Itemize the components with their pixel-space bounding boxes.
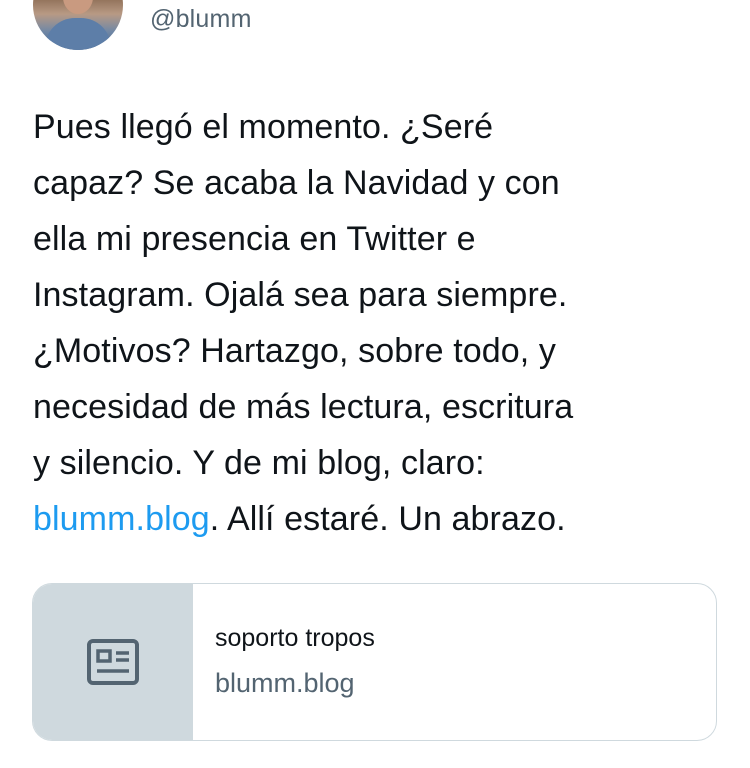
avatar[interactable] xyxy=(33,0,123,50)
avatar-shirt xyxy=(45,18,111,50)
tweet-line: necesidad de más lectura, escritura xyxy=(33,388,574,426)
tweet-last-line: blumm.blog. Allí estaré. Un abrazo. xyxy=(33,491,723,547)
tweet-line: Instagram. Ojalá sea para siempre. xyxy=(33,276,568,314)
tweet-text: Pues llegó el momento. ¿Seré capaz? Se a… xyxy=(33,99,723,547)
card-title: soporto tropos xyxy=(215,624,375,652)
tweet-line: y silencio. Y de mi blog, claro: xyxy=(33,444,485,482)
tweet-line: capaz? Se acaba la Navidad y con xyxy=(33,164,560,202)
author-handle[interactable]: @blumm xyxy=(150,5,252,34)
tweet-link[interactable]: blumm.blog xyxy=(33,500,210,538)
tweet-line-rest: . Allí estaré. Un abrazo. xyxy=(209,500,566,538)
article-icon xyxy=(86,639,139,685)
tweet-line: Pues llegó el momento. ¿Seré xyxy=(33,108,494,146)
card-thumbnail xyxy=(33,584,193,740)
tweet-line: ¿Motivos? Hartazgo, sobre todo, y xyxy=(33,332,556,370)
tweet-line: ella mi presencia en Twitter e xyxy=(33,220,476,258)
avatar-head xyxy=(63,0,93,14)
link-preview-card[interactable]: soporto tropos blumm.blog xyxy=(32,583,717,741)
card-domain: blumm.blog xyxy=(215,668,355,698)
